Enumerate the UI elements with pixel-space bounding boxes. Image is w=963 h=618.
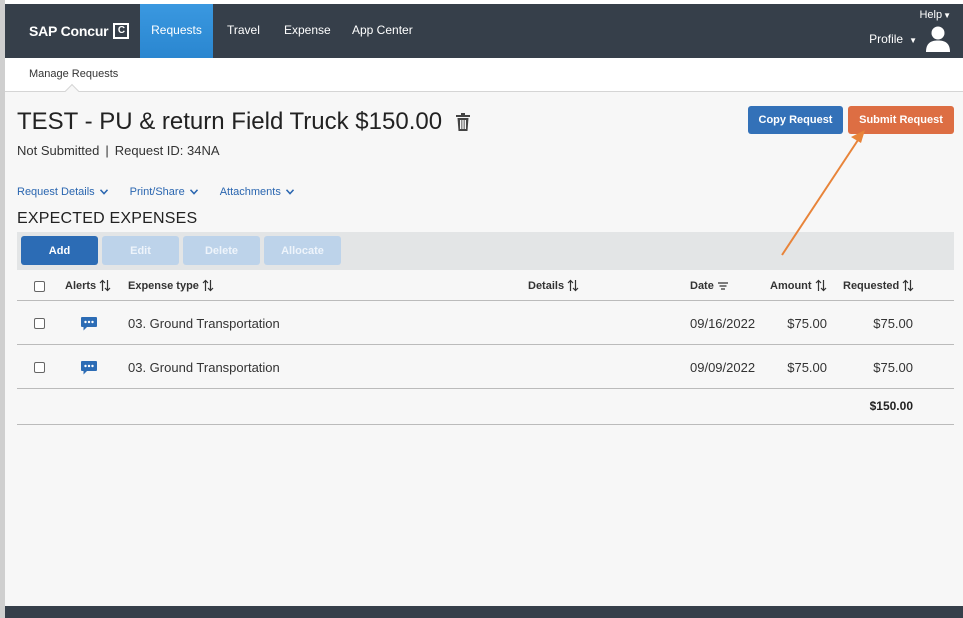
request-details-link[interactable]: Request Details (17, 186, 108, 198)
attachments-link[interactable]: Attachments (220, 186, 294, 198)
chevron-down-icon (285, 189, 294, 195)
request-meta: Not Submitted | Request ID: 34NA (17, 143, 220, 158)
profile-menu[interactable]: Profile ▼ (869, 32, 917, 46)
brand-mark-icon: C (113, 23, 130, 39)
column-expense-type[interactable]: Expense type (128, 279, 214, 292)
sort-icon (567, 279, 579, 292)
caret-down-icon: ▼ (943, 11, 951, 20)
expense-type-cell[interactable]: 03. Ground Transportation (128, 360, 280, 375)
chat-bubble-icon[interactable] (80, 316, 98, 332)
request-title: TEST - PU & return Field Truck $150.00 (17, 108, 443, 135)
nav-tab-travel[interactable]: Travel (213, 4, 274, 58)
delete-button[interactable]: Delete (183, 236, 260, 265)
select-all-checkbox[interactable] (34, 281, 45, 292)
app-root: SAP Concur C Requests Travel Expense App… (5, 0, 963, 618)
column-amount[interactable]: Amount (770, 279, 827, 292)
column-label: Expense type (128, 279, 199, 292)
filter-lines-icon (717, 282, 728, 290)
nav-tab-expense[interactable]: Expense (270, 4, 345, 58)
date-cell: 09/09/2022 (690, 360, 756, 375)
expenses-toolbar: Add Edit Delete Allocate (17, 232, 954, 270)
link-label: Attachments (219, 186, 281, 198)
sort-icon (202, 279, 214, 292)
table-header: Alerts Expense type Details Date Amount … (17, 270, 954, 301)
amount-cell: $75.00 (787, 360, 827, 375)
column-label: Amount (770, 279, 812, 292)
date-cell: 09/16/2022 (690, 316, 756, 331)
row-checkbox[interactable] (34, 318, 45, 329)
requested-cell: $75.00 (873, 360, 913, 375)
section-title: EXPECTED EXPENSES (17, 210, 198, 227)
subnav-manage-requests[interactable]: Manage Requests (29, 68, 118, 80)
sort-icon (99, 279, 111, 292)
chevron-down-icon (189, 189, 198, 195)
profile-label: Profile (869, 32, 904, 46)
amount-cell: $75.00 (787, 316, 827, 331)
column-details[interactable]: Details (528, 279, 579, 292)
edit-button[interactable]: Edit (102, 236, 179, 265)
table-row[interactable]: 03. Ground Transportation 09/16/2022 $75… (17, 301, 954, 345)
sort-icon (902, 279, 914, 292)
column-date[interactable]: Date (690, 279, 729, 292)
column-alerts[interactable]: Alerts (65, 279, 111, 292)
add-button[interactable]: Add (21, 236, 98, 265)
expenses-table: Alerts Expense type Details Date Amount … (17, 270, 954, 425)
column-label: Details (528, 279, 565, 292)
print-share-link[interactable]: Print/Share (130, 186, 198, 198)
allocate-button[interactable]: Allocate (264, 236, 341, 265)
chat-bubble-icon[interactable] (80, 360, 98, 376)
row-checkbox[interactable] (34, 362, 45, 373)
submit-request-button[interactable]: Submit Request (848, 106, 954, 134)
avatar-icon[interactable] (925, 25, 951, 53)
request-links: Request Details Print/Share Attachments (17, 186, 294, 198)
brand-logo[interactable]: SAP Concur C (29, 23, 130, 39)
meta-separator: | (105, 143, 109, 158)
nav-tab-app-center[interactable]: App Center (338, 4, 427, 58)
total-requested: $150.00 (869, 399, 913, 413)
sub-nav: Manage Requests (5, 58, 963, 92)
brand-name: SAP Concur (29, 23, 109, 39)
expense-type-cell[interactable]: 03. Ground Transportation (128, 316, 280, 331)
status-text: Not Submitted (17, 143, 100, 158)
top-nav: SAP Concur C Requests Travel Expense App… (5, 4, 963, 58)
nav-tab-requests[interactable]: Requests (140, 4, 213, 58)
column-requested[interactable]: Requested (843, 279, 914, 292)
column-label: Date (690, 279, 714, 292)
chevron-down-icon (99, 189, 108, 195)
table-row[interactable]: 03. Ground Transportation 09/09/2022 $75… (17, 345, 954, 389)
bottom-bar (5, 606, 963, 618)
sort-icon (815, 279, 826, 292)
link-label: Print/Share (129, 186, 185, 198)
trash-icon[interactable] (456, 113, 471, 131)
caret-down-icon: ▼ (909, 36, 917, 45)
link-label: Request Details (17, 186, 95, 198)
copy-request-button[interactable]: Copy Request (748, 106, 843, 134)
help-menu[interactable]: Help▼ (919, 9, 951, 21)
help-label: Help (919, 9, 943, 21)
column-label: Alerts (65, 279, 97, 292)
column-label: Requested (843, 279, 900, 292)
total-row: $150.00 (17, 389, 954, 425)
page-title: TEST - PU & return Field Truck $150.00 (17, 108, 471, 136)
request-id: Request ID: 34NA (114, 143, 220, 158)
requested-cell: $75.00 (873, 316, 913, 331)
